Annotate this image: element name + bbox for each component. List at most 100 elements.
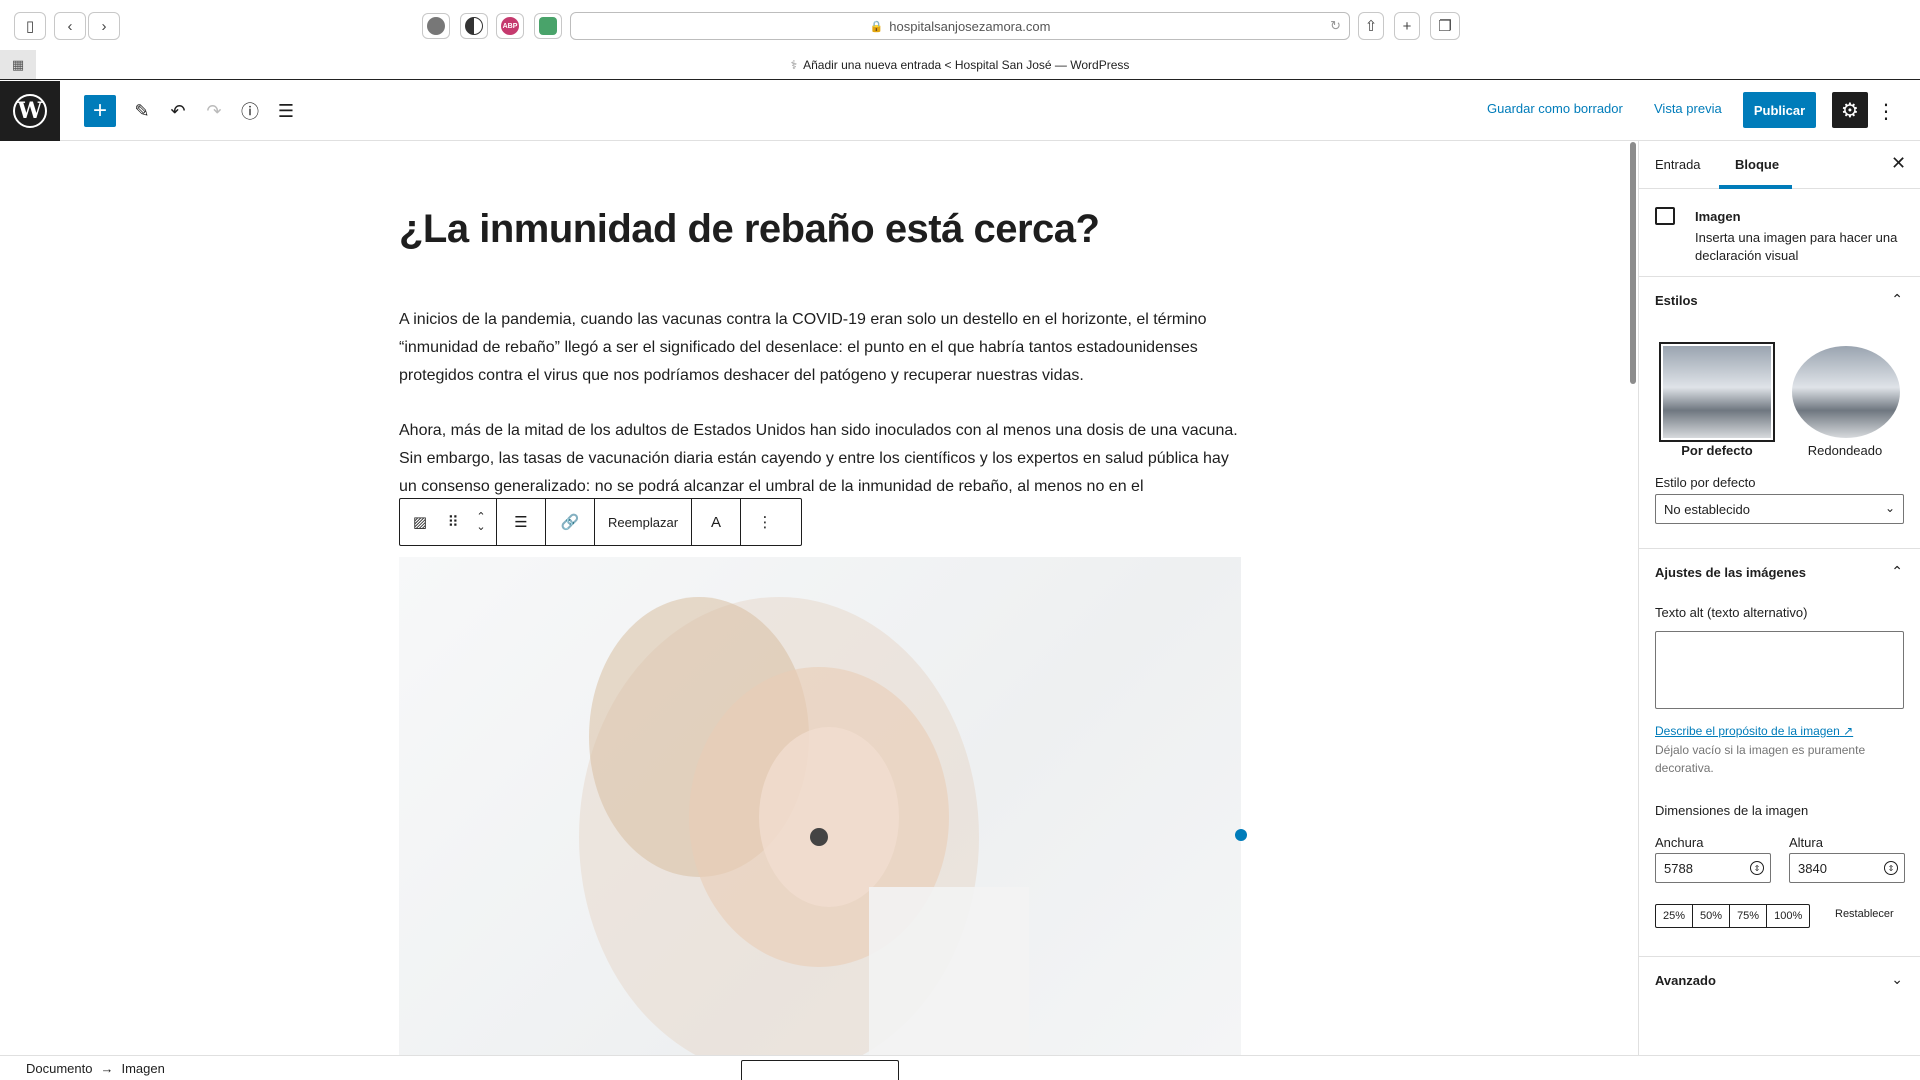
stepper-icon[interactable]: ⇕ [1884,861,1898,875]
close-icon[interactable]: ✕ [1891,153,1906,174]
alt-text-help: Déjalo vacío si la imagen es puramente d… [1655,743,1866,775]
arrow-right-icon: → [100,1061,114,1076]
undo-icon[interactable]: ↶ [162,95,194,127]
stepper-icon[interactable]: ⇕ [1750,861,1764,875]
size-100-button[interactable]: 100% [1767,905,1809,927]
styles-panel-toggle[interactable]: Estilos ⌃ [1639,277,1920,325]
move-up-down-icon[interactable]: ⌃ ⌄ [466,499,496,545]
dimensions-label: Dimensiones de la imagen [1655,803,1809,818]
chevron-up-icon: ⌃ [1891,291,1903,307]
block-description: Inserta una imagen para hacer una declar… [1695,230,1898,263]
settings-sidebar: Entrada Bloque ✕ Imagen Inserta una imag… [1638,141,1920,1055]
paragraph-block[interactable]: A inicios de la pandemia, cuando las vac… [399,306,1244,390]
height-label: Altura [1789,835,1823,850]
reset-size-button[interactable]: Restablecer [1835,908,1894,920]
chevron-down-icon: ⌄ [1884,501,1895,515]
image-content [579,597,1029,1055]
chevron-up-icon: ⌃ [1891,563,1903,579]
width-value: 5788 [1664,860,1693,876]
paragraph-block[interactable]: Ahora, más de la mitad de los adultos de… [399,417,1244,501]
extension-grammar-icon[interactable] [534,13,562,39]
text-overlay-button[interactable]: A [692,499,740,545]
size-percent-group: 25% 50% 75% 100% [1655,904,1811,928]
back-icon[interactable]: ‹ [54,12,86,40]
align-icon[interactable]: ☰ [497,499,545,545]
sidebar-toggle-icon[interactable]: ▯ [14,12,46,40]
style-rounded-thumb[interactable] [1792,346,1900,438]
image-block-icon[interactable]: ▨ [400,499,440,545]
crumb-document[interactable]: Documento [26,1061,92,1076]
block-breadcrumb-bar: Documento → Imagen [0,1055,1920,1080]
tab-title[interactable]: Añadir una nueva entrada < Hospital San … [803,58,1129,72]
advanced-panel-toggle[interactable]: Avanzado ⌄ [1639,957,1920,1005]
post-title[interactable]: ¿La inmunidad de rebaño está cerca? [399,207,1100,252]
address-bar[interactable]: 🔒 hospitalsanjosezamora.com ↻ [570,12,1350,40]
alt-text-input[interactable] [1655,631,1904,709]
favicon-icon: ⚕ [790,57,798,72]
tab-pin-icon[interactable]: ▦ [0,50,36,79]
default-style-label: Estilo por defecto [1655,475,1756,490]
save-draft-button[interactable]: Guardar como borrador [1487,101,1623,116]
drag-handle-icon[interactable]: ⠿ [440,499,466,545]
block-name: Imagen [1695,209,1741,224]
link-icon[interactable]: 🔗 [546,499,594,545]
style-default-label: Por defecto [1681,443,1753,458]
crumb-image[interactable]: Imagen [121,1061,164,1076]
tab-block[interactable]: Bloque [1735,157,1779,172]
style-default-thumb[interactable] [1659,342,1775,442]
forward-icon[interactable]: › [88,12,120,40]
pencil-icon[interactable]: ✎ [126,95,158,127]
wordpress-logo-icon[interactable]: W [0,81,60,141]
size-50-button[interactable]: 50% [1693,905,1731,927]
alt-text-help-link[interactable]: Describe el propósito de la imagen ↗ [1655,724,1853,738]
redo-icon[interactable]: ↷ [198,95,230,127]
height-value: 3840 [1798,860,1827,876]
extension-shield-icon[interactable] [460,13,488,39]
size-25-button[interactable]: 25% [1656,905,1694,927]
breadcrumb: Documento → Imagen [26,1061,165,1076]
settings-gear-icon[interactable]: ⚙ [1832,92,1868,128]
share-icon[interactable]: ⇧ [1358,12,1384,40]
publish-button[interactable]: Publicar [1743,92,1816,128]
add-block-button[interactable]: + [84,95,116,127]
block-card: Imagen Inserta una imagen para hacer una… [1639,189,1920,277]
image-icon [1655,207,1675,225]
resize-handle[interactable] [1235,829,1247,841]
tab-post[interactable]: Entrada [1655,157,1701,172]
new-tab-icon[interactable]: + [1394,12,1420,40]
image-settings-title: Ajustes de las imágenes [1655,565,1807,580]
styles-title: Estilos [1655,293,1698,308]
url-text: hospitalsanjosezamora.com [889,18,1051,34]
browser-toolbar: ▯ ‹ › ABP 🔒 hospitalsanjosezamora.com ↻ … [0,0,1920,50]
caption-toolbar-edge [741,1060,899,1080]
details-info-icon[interactable]: ⓘ [234,95,266,127]
block-toolbar: ▨ ⠿ ⌃ ⌄ ☰ 🔗 Reemplazar A ⋮ [399,498,802,546]
more-options-icon[interactable]: ⋮ [1876,97,1896,125]
alt-text-label: Texto alt (texto alternativo) [1655,605,1808,620]
default-style-value: No establecido [1664,501,1750,517]
reload-icon[interactable]: ↻ [1330,18,1341,34]
list-view-icon[interactable]: ☰ [270,95,302,127]
image-block[interactable] [399,557,1241,1055]
tab-strip: ▦ ⚕ Añadir una nueva entrada < Hospital … [0,50,1920,80]
default-style-select[interactable]: No establecido ⌄ [1655,494,1904,524]
sidebar-tabs: Entrada Bloque ✕ [1639,141,1920,189]
chevron-down-icon: ⌄ [1891,971,1903,987]
height-input[interactable]: 3840 ⇕ [1789,853,1905,883]
width-input[interactable]: 5788 ⇕ [1655,853,1771,883]
width-label: Anchura [1655,835,1704,850]
size-75-button[interactable]: 75% [1730,905,1768,927]
tabs-overview-icon[interactable]: ❐ [1430,12,1460,40]
extension-globe-icon[interactable] [422,13,450,39]
replace-button[interactable]: Reemplazar [595,499,691,545]
advanced-title: Avanzado [1655,973,1716,988]
lock-icon: 🔒 [869,20,884,33]
preview-button[interactable]: Vista previa [1654,101,1722,116]
block-options-icon[interactable]: ⋮ [741,499,789,545]
editor-header: W + ✎ ↶ ↷ ⓘ ☰ Guardar como borrador Vist… [0,81,1920,141]
extension-abp-icon[interactable]: ABP [496,13,524,39]
editor-canvas: ¿La inmunidad de rebaño está cerca? A in… [0,141,1638,1055]
canvas-scrollbar[interactable] [1630,142,1636,384]
image-settings-toggle[interactable]: Ajustes de las imágenes ⌃ [1639,549,1920,597]
style-rounded-label: Redondeado [1807,443,1883,458]
